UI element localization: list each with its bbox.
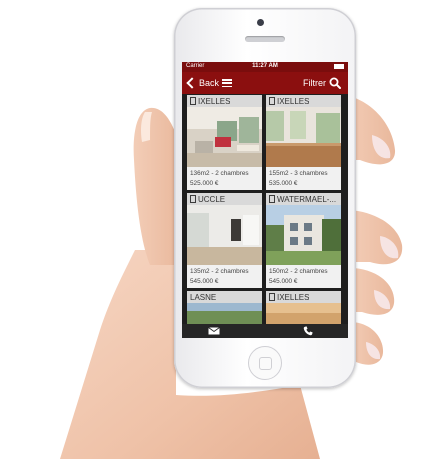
listing-city: WATERMAEL-... (277, 194, 337, 204)
listing-card[interactable]: UCCLE 135m2 - 2 chambres 545.000 € (187, 193, 262, 288)
listing-city: IXELLES (277, 96, 310, 106)
iphone-device: Carrier 11:27 AM Back Filtrer IXELLES 13… (174, 8, 356, 388)
listing-city: IXELLES (198, 96, 231, 106)
back-button[interactable]: Back (186, 76, 219, 90)
clock: 11:27 AM (252, 63, 278, 69)
listing-area: 135m2 - 2 chambres (190, 268, 249, 275)
listing-photo (266, 205, 341, 265)
listing-card[interactable]: LASNE (187, 291, 262, 324)
listing-grid: IXELLES 136m2 - 2 chambres 525.000 € IXE… (182, 94, 348, 324)
listing-photo (266, 107, 341, 167)
listing-card[interactable]: IXELLES (266, 291, 341, 324)
navigation-bar: Back Filtrer (182, 72, 348, 94)
listing-city: IXELLES (277, 292, 310, 302)
building-icon (269, 195, 275, 203)
search-icon[interactable] (329, 77, 341, 89)
home-button[interactable] (248, 346, 282, 380)
listing-price: 525.000 € (190, 180, 219, 187)
listing-area: 136m2 - 2 chambres (190, 170, 249, 177)
building-icon (269, 97, 275, 105)
listing-area: 155m2 - 3 chambres (269, 170, 328, 177)
listing-photo (266, 303, 341, 324)
front-camera (257, 19, 264, 26)
listing-price: 535.000 € (269, 180, 298, 187)
listing-card[interactable]: IXELLES 155m2 - 3 chambres 535.000 € (266, 95, 341, 190)
listing-card[interactable]: IXELLES 136m2 - 2 chambres 525.000 € (187, 95, 262, 190)
listing-card[interactable]: WATERMAEL-... 150m2 - 2 chambres 545.000… (266, 193, 341, 288)
building-icon (269, 293, 275, 301)
listing-city: LASNE (190, 292, 217, 302)
phone-call-icon[interactable] (303, 326, 313, 336)
listing-photo (187, 205, 262, 265)
listing-city: UCCLE (198, 194, 226, 204)
back-chevron-icon (186, 77, 198, 89)
building-icon (190, 195, 196, 203)
listing-area: 150m2 - 2 chambres (269, 268, 328, 275)
listing-photo (187, 107, 262, 167)
listing-price: 545.000 € (269, 278, 298, 285)
mail-icon[interactable] (208, 327, 220, 335)
bottom-tab-bar (182, 324, 348, 338)
back-label: Back (199, 78, 220, 88)
menu-icon[interactable] (222, 79, 232, 88)
filter-button[interactable]: Filtrer (303, 78, 326, 88)
battery-icon (334, 64, 344, 69)
app-screen: Carrier 11:27 AM Back Filtrer IXELLES 13… (182, 62, 348, 338)
status-bar: Carrier 11:27 AM (182, 62, 348, 72)
earpiece-speaker (245, 36, 285, 42)
listing-price: 545.000 € (190, 278, 219, 285)
building-icon (190, 97, 196, 105)
listing-photo (187, 303, 262, 324)
